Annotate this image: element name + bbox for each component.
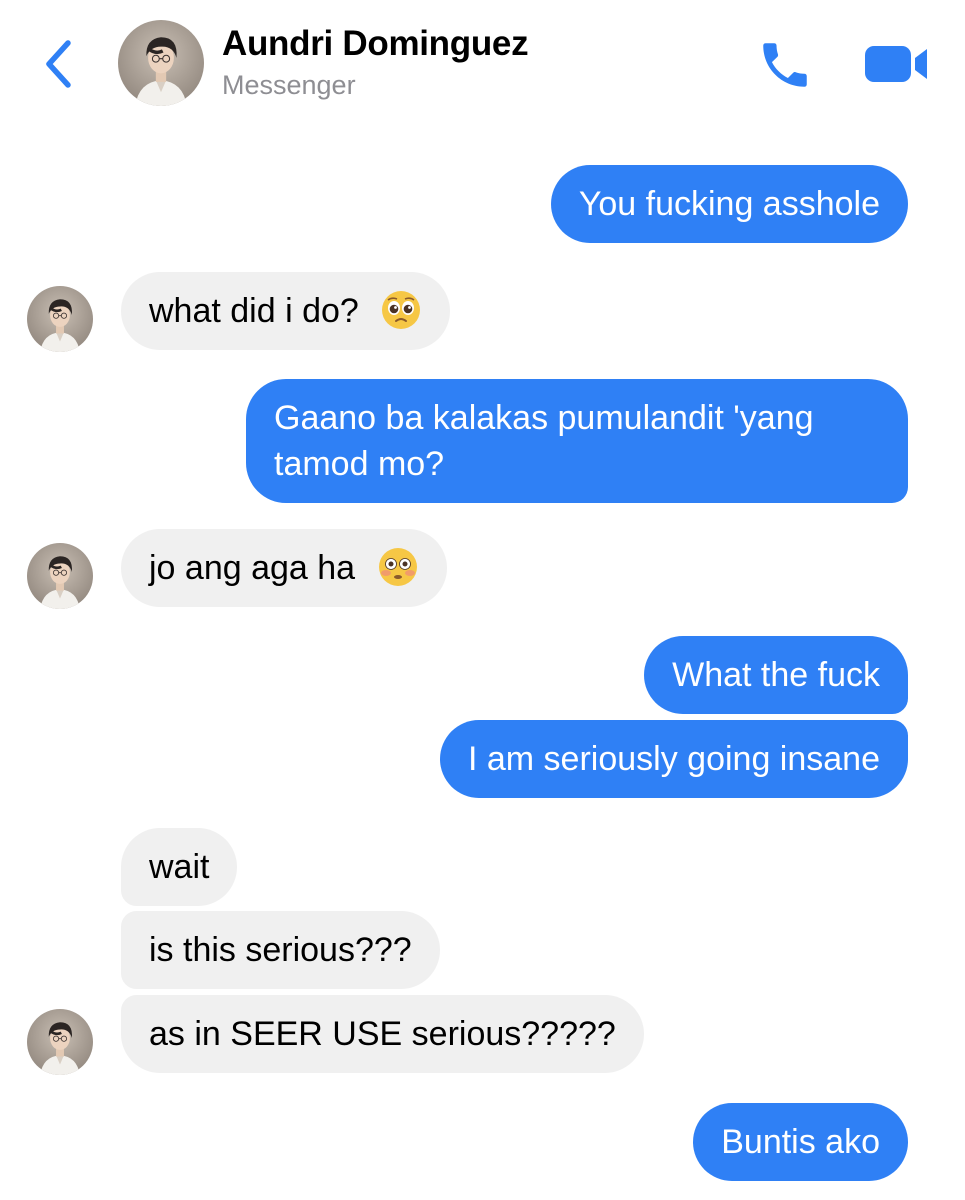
contact-avatar[interactable] xyxy=(118,20,204,106)
message-text: what did i do? xyxy=(149,292,359,330)
message-text-line: tamod mo? xyxy=(274,445,445,483)
message-text: is this serious??? xyxy=(149,931,412,969)
outgoing-message[interactable]: What the fuck xyxy=(644,636,908,714)
incoming-message[interactable]: jo ang aga ha xyxy=(121,529,447,607)
incoming-message[interactable]: as in SEER USE serious????? xyxy=(121,995,644,1073)
message-text: What the fuck xyxy=(672,656,880,694)
back-button[interactable] xyxy=(36,36,80,92)
message-text: wait xyxy=(149,848,210,886)
pleading-face-icon xyxy=(382,291,421,330)
video-call-button[interactable] xyxy=(860,38,932,90)
outgoing-message[interactable]: Gaano ba kalakas pumulandit 'yang tamod … xyxy=(246,379,908,503)
chevron-left-icon xyxy=(46,40,71,88)
incoming-message[interactable]: wait xyxy=(121,828,238,906)
message-text: Buntis ako xyxy=(721,1123,880,1161)
outgoing-message[interactable]: I am seriously going insane xyxy=(439,720,908,798)
contact-name[interactable]: Aundri Dominguez xyxy=(222,24,529,64)
message-text-line: Gaano ba kalakas pumulandit 'yang xyxy=(274,399,814,437)
incoming-message[interactable]: is this serious??? xyxy=(121,911,440,989)
sender-avatar[interactable] xyxy=(27,286,93,352)
contact-subtitle: Messenger xyxy=(222,70,356,100)
sender-avatar[interactable] xyxy=(27,1009,93,1075)
outgoing-message[interactable]: You fucking asshole xyxy=(550,165,908,243)
outgoing-message[interactable]: Buntis ako xyxy=(693,1103,908,1181)
video-camera-icon xyxy=(865,46,927,82)
message-text: You fucking asshole xyxy=(578,185,880,223)
flushed-face-icon xyxy=(378,548,417,587)
incoming-message[interactable]: what did i do? xyxy=(121,272,451,350)
message-text: I am seriously going insane xyxy=(467,740,880,778)
message-text: jo ang aga ha xyxy=(149,549,356,587)
phone-icon xyxy=(763,43,807,87)
message-text: as in SEER USE serious????? xyxy=(149,1015,616,1053)
chat-header: Aundri Dominguez Messenger xyxy=(0,0,965,130)
voice-call-button[interactable] xyxy=(752,34,818,96)
sender-avatar[interactable] xyxy=(27,543,93,609)
